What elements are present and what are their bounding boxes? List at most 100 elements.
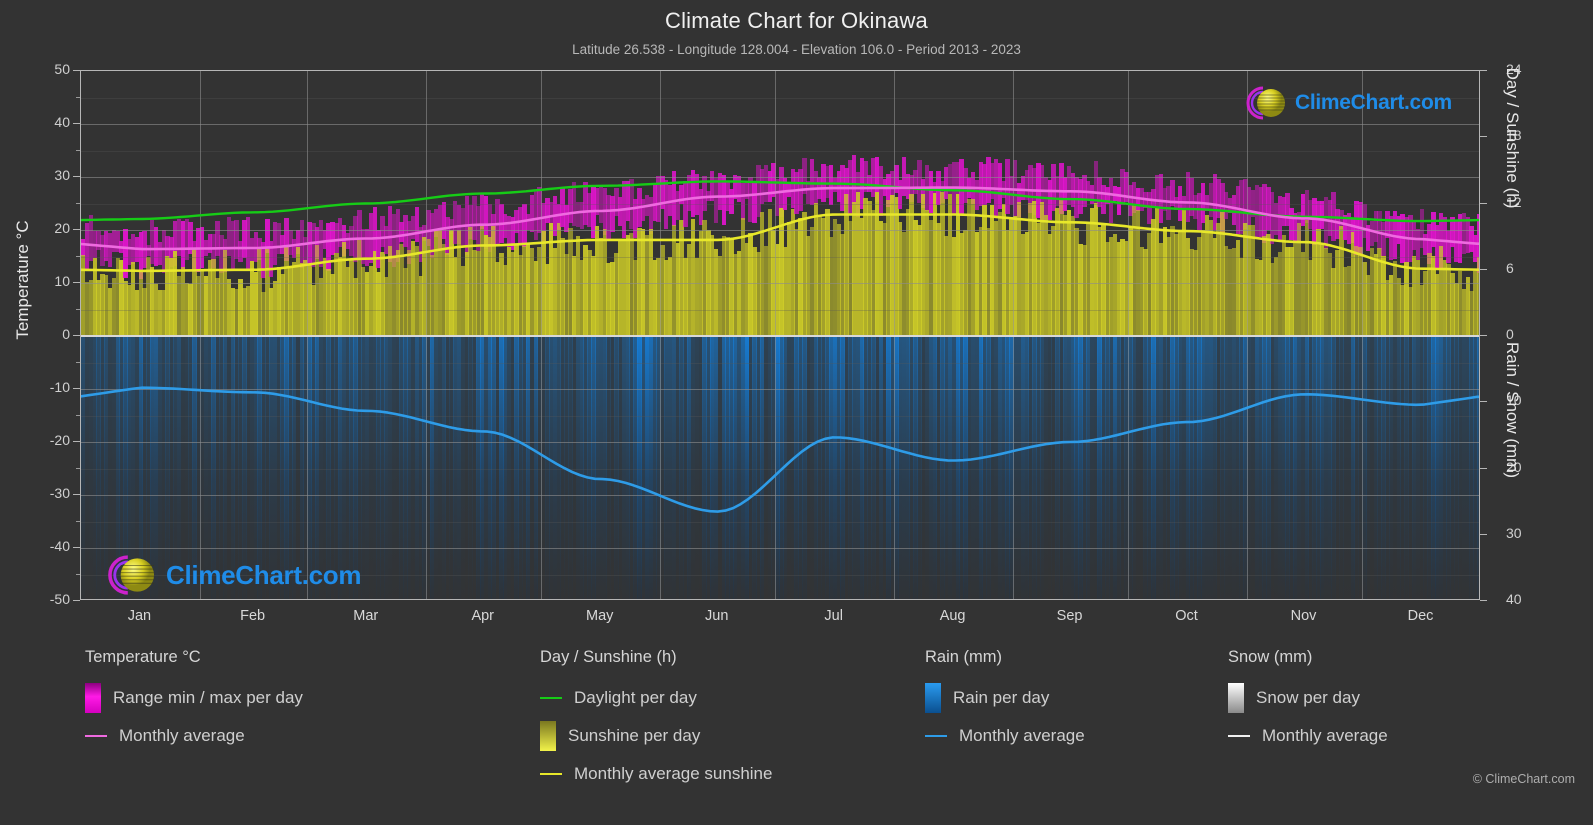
rain-average-curve [81,386,1479,513]
y-axis-left-tick-label: 50 [54,61,70,77]
legend-line-swatch [540,697,562,699]
page-title: Climate Chart for Okinawa [665,8,928,33]
y-axis-right-bottom-tick-label: 40 [1506,591,1522,607]
sunshine-average-curve [81,213,1479,273]
legend-item[interactable]: Snow per day [1228,679,1388,717]
climechart-logo-icon [108,555,154,595]
x-axis-tick-label: May [586,608,614,624]
y-axis-left-tick-mark-minor [76,361,80,363]
legend-line-marker [540,697,568,699]
legend-group: Day / Sunshine (h) Daylight per day Sunshi… [540,648,772,793]
y-axis-left-tick-mark [73,494,80,495]
y-axis-right-tick-mark [1480,335,1487,336]
legend-item-label: Monthly average [1262,726,1388,745]
watermark-logo-text: ClimeChart.com [1295,91,1452,114]
y-axis-left-tick-label: -30 [49,485,70,501]
legend-item[interactable]: Monthly average sunshine [540,755,772,793]
y-axis-left-tick-mark [73,547,80,548]
legend-line-swatch [540,773,562,775]
legend-item[interactable]: Monthly average [1228,717,1388,755]
legend-item[interactable]: Rain per day [925,679,1085,717]
y-axis-right-top-title: Day / Sunshine (h) [1503,67,1522,209]
legend-line-marker [85,735,113,737]
legend-item-label: Rain per day [953,688,1050,707]
y-axis-left-tick-mark-minor [76,255,80,257]
x-axis-tick-label: Oct [1175,608,1198,624]
y-axis-left-tick-mark [73,229,80,230]
x-axis-tick-label: Nov [1290,608,1317,624]
legend-line-swatch [925,735,947,737]
legend-group-title: Day / Sunshine (h) [540,648,677,666]
y-axis-left-title: Temperature °C [13,220,32,340]
x-axis-tick-label: Jan [127,608,152,624]
legend-line-marker [1228,735,1256,737]
legend-item[interactable]: Daylight per day [540,679,772,717]
y-axis-left-tick-mark-minor [76,573,80,575]
y-axis-right-tick-mark [1480,401,1487,403]
y-axis-left-tick-mark [73,335,80,336]
x-axis-tick-label: Sep [1056,608,1083,624]
watermark-logo-bottom: ClimeChart.com [92,550,361,600]
y-axis-left-tick-mark [73,600,80,601]
legend-line-swatch [85,735,107,737]
legend-item[interactable]: Range min / max per day [85,679,303,717]
chart-legend: Temperature °C Range min / max per day Mon… [0,648,1593,808]
legend-color-swatch [85,683,101,713]
y-axis-left-tick-mark [73,176,80,177]
legend-line-marker [540,773,568,775]
legend-item[interactable]: Monthly average [925,717,1085,755]
y-axis-left-tick-mark [73,123,80,124]
legend-group-title: Temperature °C [85,648,201,666]
y-axis-left-tick-mark-minor [76,96,80,98]
y-axis-left-tick-mark-minor [76,520,80,522]
legend-item-label: Range min / max per day [113,688,303,707]
y-axis-right-tick-mark [1480,533,1487,535]
page-subtitle: Latitude 26.538 - Longitude 128.004 - El… [572,42,1021,57]
legend-group-title: Rain (mm) [925,648,1002,666]
climechart-logo-icon [1246,86,1285,120]
climate-chart-page: Climate Chart for Okinawa Latitude 26.53… [0,0,1593,825]
legend-item-label: Snow per day [1256,688,1360,707]
y-axis-right-tick-mark [1480,600,1487,601]
legend-line-swatch [1228,735,1250,737]
legend-group: Rain (mm) Rain per day Monthly average [925,648,1085,755]
legend-item-label: Sunshine per day [568,726,701,745]
legend-item-label: Daylight per day [574,688,697,707]
legend-item-label: Monthly average [119,726,245,745]
chart-curves [81,180,1479,513]
x-axis-tick-label: Jun [705,608,729,624]
chart-plot-area [80,70,1480,600]
y-axis-right-tick-mark [1480,70,1487,71]
legend-color-swatch [925,683,941,713]
legend-item[interactable]: Monthly average [85,717,303,755]
y-axis-right-tick-mark [1480,136,1487,138]
y-axis-right-tick-mark [1480,467,1487,469]
legend-group: Snow (mm) Snow per day Monthly average [1228,648,1388,755]
y-axis-right-bottom-title: Rain / Snow (mm) [1503,341,1522,479]
legend-color-swatch [540,721,556,751]
y-axis-right-tick-mark [1480,202,1487,204]
y-axis-left-tick-mark [73,282,80,283]
x-axis-tick-label: Mar [353,608,379,624]
watermark-logo-top: ClimeChart.com [1233,82,1452,124]
legend-group: Temperature °C Range min / max per day Mon… [85,648,303,755]
y-axis-right-tick-mark [1480,268,1487,270]
legend-color-swatch [1228,683,1244,713]
y-axis-left-tick-mark-minor [76,202,80,204]
watermark-logo-text: ClimeChart.com [166,559,362,590]
y-axis-left-tick-label: -40 [49,538,70,554]
y-axis-left-tick-mark [73,70,80,71]
legend-line-marker [925,735,953,737]
legend-item-label: Monthly average [959,726,1085,745]
x-axis-tick-label: Feb [240,608,266,624]
legend-group-title: Snow (mm) [1228,648,1313,666]
x-axis-tick-label: Jul [824,608,843,624]
y-axis-left-tick-mark-minor [76,414,80,416]
y-axis-left-tick-mark [73,441,80,442]
copyright-notice: © ClimeChart.com [1472,772,1575,786]
y-axis-left-tick-mark-minor [76,308,80,310]
legend-item[interactable]: Sunshine per day [540,717,772,755]
y-axis-left-tick-label: -50 [49,591,70,607]
x-axis-tick-label: Aug [939,608,966,624]
y-axis-left-tick-mark-minor [76,467,80,469]
